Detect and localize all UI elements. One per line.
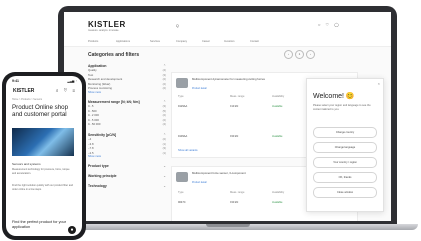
prev-page-button[interactable]: ‹	[284, 50, 293, 59]
product-detail-link[interactable]: Product detail	[192, 181, 207, 184]
header-icons[interactable]: ⌕ ♡ ≡	[56, 88, 77, 93]
page-title: Product Online shop and customer portal	[12, 104, 69, 119]
filter-section[interactable]: Measurement range [N; kN; Nm] ⌃ 0...5 (3) …	[88, 100, 166, 127]
breadcrumb[interactable]: Home > Products > Sensors	[12, 98, 42, 101]
brand-logo[interactable]: KISTLER	[88, 20, 126, 29]
phone-screen: 9:41 ▂▃▅ ◔ KISTLER ⌕ ♡ ≡ Home > Products…	[6, 76, 82, 236]
chevron-down-icon[interactable]: ⌄	[163, 184, 166, 188]
product-image[interactable]	[176, 172, 188, 182]
header-icons[interactable]: ○ ♡ ◯	[318, 22, 341, 27]
nav-item[interactable]: Products	[88, 40, 98, 43]
close-window-button[interactable]: Close window	[313, 187, 377, 198]
confirm-button[interactable]: OK, thanks	[313, 172, 377, 183]
hero-image	[12, 128, 74, 156]
filter-section[interactable]: Application ⌃ Quality (4) Test (3) Research…	[88, 64, 166, 94]
paragraph: Measurement technology for pressure, for…	[12, 168, 70, 175]
filter-section[interactable]: Technology ⌄	[88, 184, 166, 188]
filter-option[interactable]: −2.5 (1)	[88, 151, 166, 156]
section-heading: Sensors and systems	[12, 162, 41, 166]
filter-title[interactable]: Product type	[88, 164, 109, 168]
show-more-link[interactable]: Show more	[88, 91, 166, 94]
laptop-screen: KISTLER measure. analyze. innovate. Q ○ …	[64, 12, 391, 221]
signal-battery-icon: ▂▃▅ ◔	[67, 79, 77, 83]
paragraph: Find the right solution quickly with our…	[12, 184, 74, 191]
laptop-bezel: KISTLER measure. analyze. innovate. Q ○ …	[58, 6, 397, 227]
product-title[interactable]: Multicomponent force sensor, 3-component	[192, 171, 302, 176]
laptop-device: KISTLER measure. analyze. innovate. Q ○ …	[58, 6, 397, 227]
filter-title[interactable]: Technology	[88, 184, 107, 188]
change-language-button[interactable]: Change language	[313, 142, 377, 153]
nav-item[interactable]: Applications	[116, 40, 130, 43]
chevron-down-icon[interactable]: ⌄	[163, 174, 166, 178]
teaser-heading: Find the perfect product for your applic…	[12, 220, 67, 229]
chevron-down-icon[interactable]: ⌄	[163, 164, 166, 168]
filter-section[interactable]: Working principle ⌄	[88, 174, 166, 178]
chat-icon[interactable]: ●	[68, 226, 76, 234]
main-nav: Products Applications Services Company C…	[64, 38, 391, 47]
nav-item[interactable]: Investors	[224, 40, 235, 43]
pagination: ‹ 1 ›	[282, 50, 315, 59]
change-country-button[interactable]: Change country	[313, 127, 377, 138]
laptop-notch	[206, 224, 250, 227]
dialog-title: Welcome! 😊	[313, 93, 355, 100]
page-number[interactable]: 1	[295, 50, 304, 59]
brand-logo[interactable]: KISTLER	[13, 88, 34, 94]
show-all-variants-link[interactable]: Show all variants	[178, 149, 198, 152]
nav-item[interactable]: Services	[150, 40, 160, 43]
next-page-button[interactable]: ›	[306, 50, 315, 59]
filter-option[interactable]: 0...50 000 (4)	[88, 122, 166, 127]
brand-tagline: measure. analyze. innovate.	[88, 29, 120, 32]
close-icon[interactable]: ×	[378, 81, 380, 86]
filter-section[interactable]: Product type ⌄	[88, 164, 166, 168]
show-more-link[interactable]: Show more	[88, 155, 166, 158]
search-icon: Q	[176, 24, 179, 28]
filter-option[interactable]: Process monitoring (2)	[88, 86, 166, 91]
nav-item[interactable]: Career	[202, 40, 210, 43]
filter-panel: Application ⌃ Quality (4) Test (3) Research…	[88, 64, 166, 219]
product-detail-link[interactable]: Product detail	[192, 87, 207, 90]
nav-item[interactable]: Contact	[250, 40, 259, 43]
nav-item[interactable]: Company	[176, 40, 187, 43]
product-image[interactable]	[176, 78, 188, 88]
welcome-dialog: × Welcome! 😊 Please select your region a…	[306, 78, 384, 212]
status-time: 9:41	[12, 79, 20, 83]
phone-device: 9:41 ▂▃▅ ◔ KISTLER ⌕ ♡ ≡ Home > Products…	[2, 72, 86, 240]
filter-section[interactable]: Sensitivity [pC/N] ⌃ −4 (2) −3.8 (1) −7.8 (3…	[88, 133, 166, 158]
page-title: Categories and filters	[88, 52, 140, 58]
search-field[interactable]: Q	[176, 24, 181, 28]
site-header: KISTLER measure. analyze. innovate. Q ○ …	[64, 12, 391, 38]
product-title[interactable]: Multicomponent dynamometer for measuring…	[192, 77, 302, 82]
filter-title[interactable]: Working principle	[88, 174, 117, 178]
select-region-button[interactable]: Your country / region	[313, 157, 377, 168]
dialog-text: Please select your region and language t…	[313, 104, 371, 111]
